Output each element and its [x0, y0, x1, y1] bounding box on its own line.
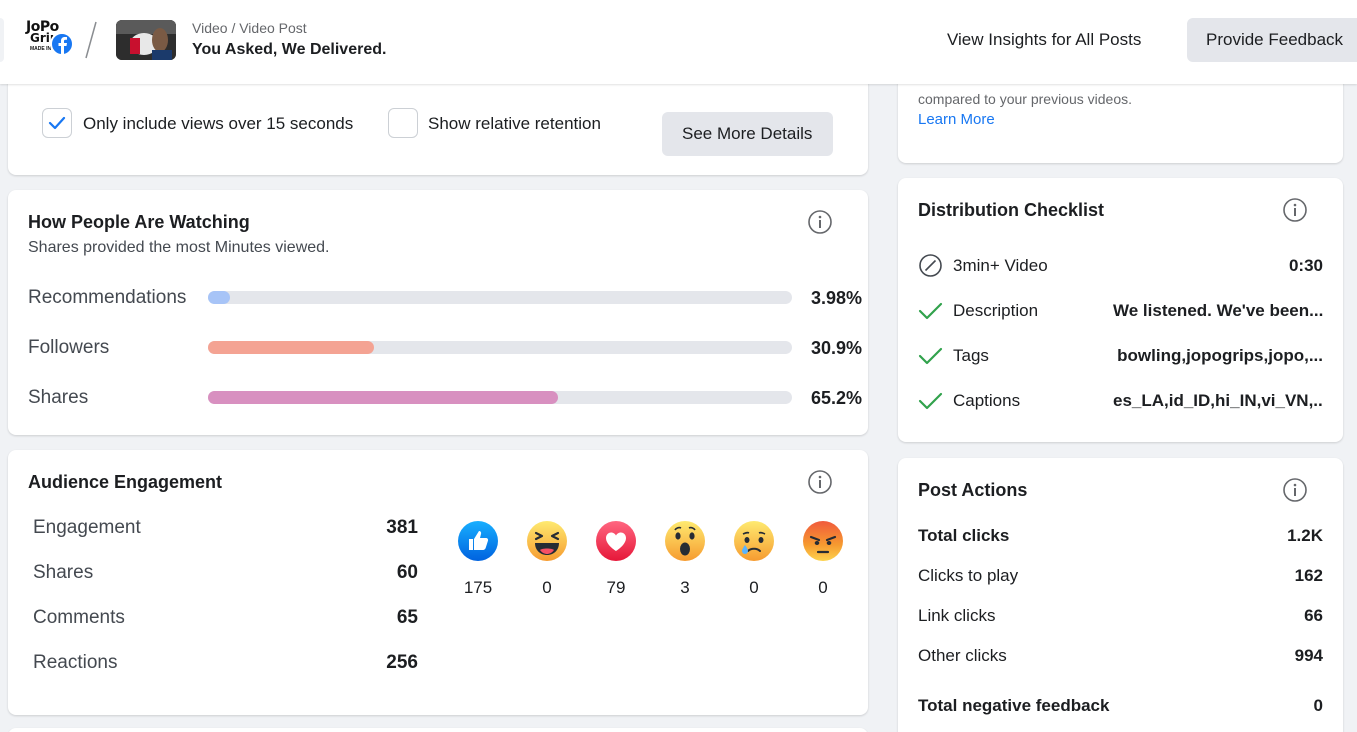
video-thumbnail[interactable]	[116, 20, 176, 60]
breadcrumb: Video / Video Post	[192, 20, 307, 36]
checklist-label: Tags	[953, 346, 989, 365]
like-count: 175	[463, 578, 493, 597]
top-header: JoPo Grip MADE IN Video / Video Post You…	[0, 0, 1357, 84]
checklist-label: 3min+ Video	[953, 256, 1048, 275]
audience-engagement-title: Audience Engagement	[28, 472, 223, 492]
source-bar-track	[208, 391, 792, 404]
check-icon	[918, 392, 943, 410]
see-more-details-button[interactable]: See More Details	[662, 112, 833, 156]
total-clicks-value: 1.2K	[1287, 526, 1323, 545]
link-clicks-label: Link clicks	[918, 606, 996, 625]
checklist-value: es_LA,id_ID,hi_IN,vi_VN,...	[1113, 391, 1323, 410]
haha-count: 0	[542, 578, 552, 597]
source-percent: 65.2%	[810, 388, 862, 408]
views-over-15s-label[interactable]: Only include views over 15 seconds	[83, 114, 353, 134]
negative-feedback-label: Total negative feedback	[918, 696, 1110, 715]
source-bar-fill	[208, 291, 230, 304]
source-bar-fill	[208, 341, 374, 354]
brand-name-line3: MADE IN	[30, 46, 52, 52]
view-all-insights-link[interactable]: View Insights for All Posts	[947, 30, 1141, 50]
checklist-value: 0:30	[1288, 256, 1323, 275]
distribution-checklist-card: Distribution Checklist 3min+ Video 0:30 …	[898, 178, 1343, 442]
info-icon[interactable]	[1282, 197, 1308, 223]
comments-value: 65	[396, 607, 418, 628]
source-bar-track	[208, 341, 792, 354]
info-icon[interactable]	[807, 469, 833, 495]
check-icon	[918, 347, 943, 365]
reactions-value: 256	[386, 652, 418, 673]
engagement-value: 381	[386, 517, 418, 538]
source-bar-track	[208, 291, 792, 304]
not-met-icon	[919, 254, 942, 277]
like-icon	[458, 521, 498, 561]
source-label: Followers	[28, 337, 110, 358]
other-clicks-value: 994	[1294, 646, 1323, 665]
info-icon[interactable]	[807, 209, 833, 235]
haha-icon	[527, 521, 567, 561]
provide-feedback-button[interactable]: Provide Feedback	[1187, 18, 1357, 62]
info-icon[interactable]	[1282, 477, 1308, 503]
checklist-value: We listened. We've been...	[1113, 301, 1323, 320]
post-actions-card: Post Actions Total clicks 1.2K Clicks to…	[898, 458, 1343, 732]
love-count: 79	[606, 578, 626, 597]
audience-engagement-card: Audience Engagement Engagement 381 Share…	[8, 450, 868, 715]
source-percent: 3.98%	[810, 288, 862, 308]
checklist-value: bowling,jopogrips,jopo,...	[1117, 346, 1323, 365]
clicks-to-play-label: Clicks to play	[918, 566, 1019, 585]
engagement-label: Engagement	[33, 517, 141, 538]
checklist-label: Description	[953, 301, 1039, 320]
how-people-watching-title: How People Are Watching	[28, 212, 250, 232]
source-label: Shares	[28, 387, 89, 408]
angry-count: 0	[818, 578, 828, 597]
check-icon	[918, 302, 943, 320]
breadcrumb-divider	[85, 21, 97, 59]
source-percent: 30.9%	[810, 338, 862, 358]
wow-count: 3	[680, 578, 690, 597]
link-clicks-value: 66	[1304, 606, 1323, 625]
wow-icon	[665, 521, 705, 561]
how-people-watching-subtitle: Shares provided the most Minutes viewed.	[28, 239, 330, 256]
sad-count: 0	[749, 578, 759, 597]
negative-feedback-value: 0	[1313, 696, 1323, 715]
shares-value: 60	[396, 562, 418, 583]
other-clicks-label: Other clicks	[918, 646, 1007, 665]
page-title: You Asked, We Delivered.	[192, 41, 387, 58]
source-bar-fill	[208, 391, 558, 404]
total-clicks-label: Total clicks	[918, 526, 1010, 545]
header-edge	[0, 18, 4, 62]
facebook-icon	[50, 32, 74, 56]
shares-label: Shares	[33, 562, 94, 583]
views-over-15s-checkbox[interactable]	[42, 108, 72, 138]
source-label: Recommendations	[28, 287, 187, 308]
performance-note-text: compared to your previous videos.	[918, 91, 1132, 107]
learn-more-link[interactable]: Learn More	[918, 111, 995, 128]
clicks-to-play-value: 162	[1294, 566, 1323, 585]
next-card	[8, 728, 868, 732]
post-actions-title: Post Actions	[918, 480, 1028, 500]
angry-icon	[803, 521, 843, 561]
distribution-checklist-title: Distribution Checklist	[918, 200, 1105, 220]
relative-retention-checkbox[interactable]	[388, 108, 418, 138]
brand-logo[interactable]: JoPo Grip MADE IN	[24, 20, 78, 60]
relative-retention-label[interactable]: Show relative retention	[428, 114, 601, 134]
how-people-watching-card: How People Are Watching Shares provided …	[8, 190, 868, 435]
reactions-label: Reactions	[33, 652, 118, 673]
checklist-label: Captions	[953, 391, 1021, 410]
comments-label: Comments	[33, 607, 125, 628]
love-icon	[596, 521, 636, 561]
sad-icon	[734, 521, 774, 561]
